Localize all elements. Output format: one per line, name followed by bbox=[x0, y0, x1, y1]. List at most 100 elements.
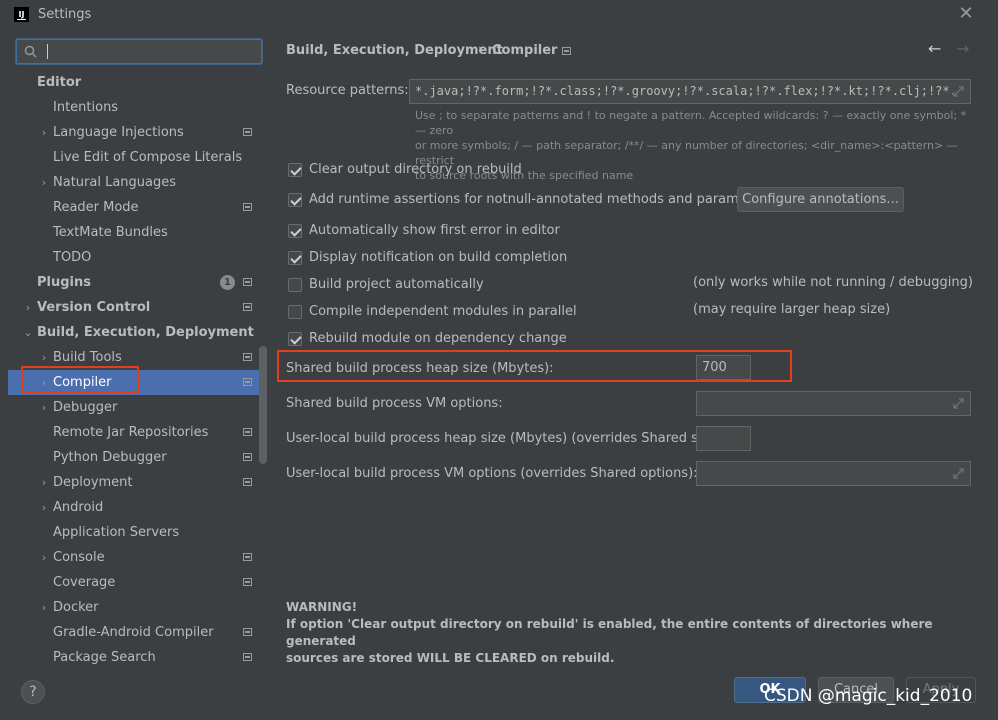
checkbox-unchecked[interactable] bbox=[288, 305, 302, 319]
sidebar-item[interactable]: Coverage bbox=[8, 570, 260, 595]
chevron-right-icon[interactable]: › bbox=[39, 595, 49, 620]
sidebar-item[interactable]: Intentions bbox=[8, 95, 260, 120]
warning-title: WARNING! bbox=[286, 600, 358, 614]
sidebar-item-label: Console bbox=[53, 550, 105, 565]
sidebar-item-label: Reader Mode bbox=[53, 200, 139, 215]
breadcrumb-parent[interactable]: Build, Execution, Deployment bbox=[286, 43, 503, 58]
sidebar-item[interactable]: › Natural Languages bbox=[8, 170, 260, 195]
warning-text: WARNING! If option 'Clear output directo… bbox=[286, 599, 966, 667]
sidebar-item-label: Intentions bbox=[53, 100, 119, 115]
warning-line: If option 'Clear output directory on reb… bbox=[286, 617, 933, 648]
breadcrumb-separator: › bbox=[478, 42, 484, 57]
chevron-right-icon[interactable]: › bbox=[39, 120, 49, 145]
sidebar-item[interactable]: Reader Mode bbox=[8, 195, 260, 220]
close-icon[interactable]: ✕ bbox=[956, 4, 976, 24]
update-count-badge: 1 bbox=[220, 275, 235, 290]
checkbox-checked[interactable] bbox=[288, 163, 302, 177]
chevron-right-icon[interactable]: › bbox=[39, 370, 49, 395]
sidebar-item-label: Language Injections bbox=[53, 125, 184, 140]
project-scope-icon bbox=[562, 47, 571, 55]
chevron-right-icon[interactable]: › bbox=[39, 470, 49, 495]
project-scope-icon bbox=[243, 303, 252, 311]
sidebar-item[interactable]: › Console bbox=[8, 545, 260, 570]
sidebar-item[interactable]: › Version Control bbox=[8, 295, 260, 320]
option-note: (only works while not running / debuggin… bbox=[693, 275, 973, 290]
checkbox-label: Automatically show first error in editor bbox=[309, 223, 560, 238]
sidebar-item[interactable]: Application Servers bbox=[8, 520, 260, 545]
help-button[interactable]: ? bbox=[21, 680, 45, 704]
sidebar-item[interactable]: › Language Injections bbox=[8, 120, 260, 145]
expand-icon[interactable] bbox=[953, 398, 964, 409]
chevron-down-icon[interactable]: ⌄ bbox=[23, 320, 33, 345]
project-scope-icon bbox=[243, 453, 252, 461]
chevron-right-icon[interactable]: › bbox=[39, 495, 49, 520]
checkbox-label: Display notification on build completion bbox=[309, 250, 568, 265]
chevron-right-icon[interactable]: › bbox=[23, 295, 33, 320]
project-scope-icon bbox=[243, 628, 252, 636]
sidebar-item[interactable]: TODO bbox=[8, 245, 260, 270]
sidebar-item[interactable]: › Compiler bbox=[8, 370, 260, 395]
checkbox-checked[interactable] bbox=[288, 193, 302, 207]
checkbox-label: Rebuild module on dependency change bbox=[309, 331, 567, 346]
hint-line: Use ; to separate patterns and ! to nega… bbox=[415, 109, 967, 137]
sidebar-item-label: Debugger bbox=[53, 400, 118, 415]
chevron-right-icon[interactable]: › bbox=[39, 395, 49, 420]
sidebar-item[interactable]: › Android bbox=[8, 495, 260, 520]
cancel-button[interactable]: Cancel bbox=[818, 677, 894, 703]
sidebar-item[interactable]: Editor bbox=[8, 70, 260, 95]
sidebar-scrollbar[interactable] bbox=[259, 346, 267, 464]
user-vm-input[interactable] bbox=[696, 461, 971, 486]
intellij-logo-icon: IJ bbox=[14, 7, 29, 22]
ok-button[interactable]: OK bbox=[734, 677, 806, 703]
sidebar-item[interactable]: Gradle-Android Compiler bbox=[8, 620, 260, 645]
heap-size-label: Shared build process heap size (Mbytes): bbox=[286, 361, 554, 376]
sidebar-item-label: Gradle-Android Compiler bbox=[53, 625, 214, 640]
sidebar-item-label: Docker bbox=[53, 600, 99, 615]
sidebar-item[interactable]: TextMate Bundles bbox=[8, 220, 260, 245]
expand-icon[interactable] bbox=[953, 468, 964, 479]
user-heap-input[interactable] bbox=[696, 426, 751, 451]
forward-arrow-icon[interactable]: → bbox=[956, 39, 969, 58]
checkbox-checked[interactable] bbox=[288, 224, 302, 238]
warning-line: sources are stored WILL BE CLEARED on re… bbox=[286, 651, 615, 665]
expand-icon[interactable] bbox=[953, 86, 964, 97]
sidebar-item-label: Package Search bbox=[53, 650, 156, 665]
checkbox-checked[interactable] bbox=[288, 332, 302, 346]
sidebar-item[interactable]: › Deployment bbox=[8, 470, 260, 495]
sidebar-item[interactable]: › Build Tools bbox=[8, 345, 260, 370]
checkbox-checked[interactable] bbox=[288, 251, 302, 265]
project-scope-icon bbox=[243, 578, 252, 586]
sidebar-item[interactable]: Remote Jar Repositories bbox=[8, 420, 260, 445]
chevron-right-icon[interactable]: › bbox=[39, 345, 49, 370]
checkbox-label: Clear output directory on rebuild bbox=[309, 162, 522, 177]
sidebar-item[interactable]: ⌄ Build, Execution, Deployment bbox=[8, 320, 260, 345]
vm-options-input[interactable] bbox=[696, 391, 971, 416]
project-scope-icon bbox=[243, 553, 252, 561]
configure-annotations-button[interactable]: Configure annotations... bbox=[737, 187, 904, 212]
checkbox-unchecked[interactable] bbox=[288, 278, 302, 292]
sidebar-item[interactable]: Python Debugger bbox=[8, 445, 260, 470]
sidebar-item[interactable]: Package Search bbox=[8, 645, 260, 668]
resource-patterns-value: *.java;!?*.form;!?*.class;!?*.groovy;!?*… bbox=[415, 84, 965, 98]
search-input[interactable] bbox=[16, 39, 262, 64]
sidebar-item[interactable]: › Debugger bbox=[8, 395, 260, 420]
back-arrow-icon[interactable]: ← bbox=[928, 39, 941, 58]
sidebar-item[interactable]: › Docker bbox=[8, 595, 260, 620]
breadcrumb-current: Compiler bbox=[492, 43, 558, 58]
sidebar-item-label: Build, Execution, Deployment bbox=[37, 325, 254, 340]
resource-patterns-field[interactable]: *.java;!?*.form;!?*.class;!?*.groovy;!?*… bbox=[409, 79, 971, 104]
compiler-settings-panel: Build, Execution, Deployment › Compiler … bbox=[270, 30, 998, 668]
chevron-right-icon[interactable]: › bbox=[39, 545, 49, 570]
text-caret bbox=[47, 44, 48, 59]
chevron-right-icon[interactable]: › bbox=[39, 170, 49, 195]
project-scope-icon bbox=[243, 478, 252, 486]
heap-size-input[interactable]: 700 bbox=[696, 355, 751, 380]
sidebar-item[interactable]: Plugins 1 bbox=[8, 270, 260, 295]
sidebar-item-label: Application Servers bbox=[53, 525, 180, 540]
project-scope-icon bbox=[243, 203, 252, 211]
settings-dialog: IJ Settings ✕ Editor Intentions › Language … bbox=[0, 0, 998, 720]
apply-button[interactable]: Apply bbox=[906, 677, 976, 703]
sidebar-item[interactable]: Live Edit of Compose Literals bbox=[8, 145, 260, 170]
project-scope-icon bbox=[243, 378, 252, 386]
user-vm-label: User-local build process VM options (ove… bbox=[286, 466, 698, 481]
